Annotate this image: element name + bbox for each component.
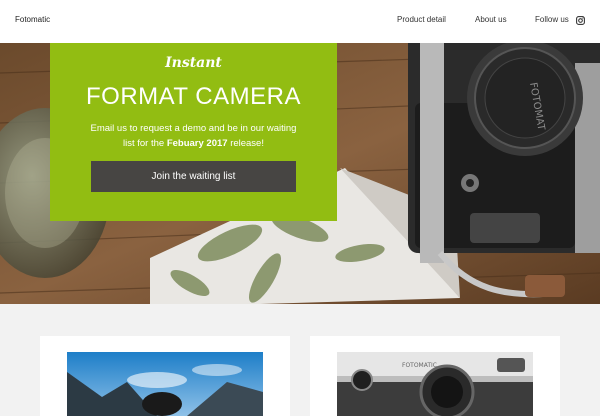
join-waiting-list-button[interactable]: Join the waiting list — [91, 161, 296, 192]
release-date: Febuary 2017 — [166, 138, 228, 149]
brand-logo[interactable]: Fotomatic — [15, 15, 50, 24]
feature-card — [40, 336, 290, 416]
promo-description: Email us to request a demo and be in our… — [90, 123, 297, 149]
promo-box: Instant FORMAT CAMERA Email us to reques… — [50, 43, 337, 221]
promo-script-title: Instant — [165, 55, 222, 71]
nav-link-follow-us[interactable]: Follow us — [535, 15, 569, 24]
nav-link-product-detail[interactable]: Product detail — [397, 15, 446, 24]
instagram-icon[interactable] — [576, 16, 585, 25]
promo-title: FORMAT CAMERA — [86, 83, 301, 110]
top-navbar: Fotomatic Product detail About us Follow… — [0, 0, 600, 43]
camera-brand-text: FOTOMATIC — [402, 362, 437, 369]
feature-card: FOTOMATIC — [310, 336, 560, 416]
mountain-photo — [67, 352, 263, 416]
nav-link-about-us[interactable]: About us — [475, 15, 507, 24]
camera-photo: FOTOMATIC — [337, 352, 533, 416]
